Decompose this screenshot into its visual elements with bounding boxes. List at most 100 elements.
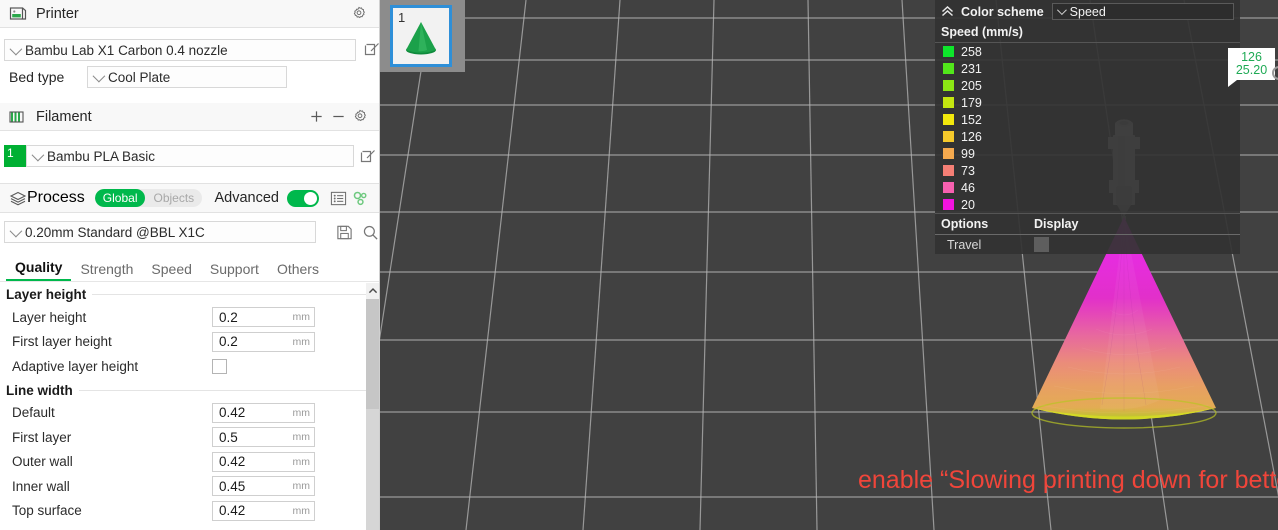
hover-tooltip: 126 25.20 [1228,48,1275,80]
setting-row: Layer height 0.2 mm [0,305,366,330]
process-tabs: Quality Strength Speed Support Others [0,255,379,282]
advanced-toggle[interactable] [287,189,319,207]
tab-speed[interactable]: Speed [142,261,200,281]
travel-display-checkbox[interactable] [1034,237,1049,252]
process-compare-gears-icon[interactable] [349,188,371,208]
process-preset-combo[interactable]: 0.20mm Standard @BBL X1C [4,221,316,243]
legend-entry: 152 [935,111,1240,128]
setting-value: 0.42 [219,405,246,421]
legend-entry: 258 [935,43,1240,60]
tooltip-tail [1228,80,1237,87]
settings-group-header: Layer height [0,283,366,305]
legend-color-swatch [943,131,954,142]
setting-value: 0.2 [219,309,238,325]
legend-color-swatch [943,97,954,108]
setting-input[interactable]: 0.42 mm [212,500,315,521]
setting-unit: mm [292,431,311,444]
filament-icon [9,109,27,125]
legend-value: 46 [961,180,975,195]
layers-icon [9,190,27,206]
legend-color-swatch [943,182,954,193]
legend-color-swatch [943,148,954,159]
setting-unit: mm [292,335,311,348]
setting-row: First layer height 0.2 mm [0,330,366,355]
setting-input[interactable]: 0.2 mm [212,307,315,328]
left-sidebar: Printer Bambu Lab X1 Carbon 0.4 nozzle B… [0,0,380,530]
setting-input[interactable]: 0.42 mm [212,402,315,423]
legend-value: 205 [961,78,982,93]
filament-slot-badge[interactable]: 1 [4,145,26,167]
tab-quality[interactable]: Quality [6,259,72,281]
chevron-up-double-icon[interactable] [941,5,954,17]
filament-add-plus-icon[interactable] [305,107,327,127]
bambu-studio-window: Printer Bambu Lab X1 Carbon 0.4 nozzle B… [0,0,1278,530]
tab-support[interactable]: Support [201,261,268,281]
color-scheme-legend-panel: Color scheme Speed Speed (mm/s) 258 231 20… [935,0,1240,254]
legend-value: 20 [961,197,975,212]
legend-color-swatch [943,114,954,125]
display-column-header: Display [1034,217,1079,231]
chevron-down-icon [1056,5,1067,16]
scope-objects-pill[interactable]: Objects [145,189,202,207]
setting-input[interactable]: 0.5 mm [212,427,315,448]
printer-section-title: Printer [36,5,79,22]
setting-value: 0.42 [219,454,246,470]
printer-icon [9,6,27,22]
settings-group-title: Layer height [6,287,87,302]
process-save-icon[interactable] [336,224,353,246]
legend-entry: 73 [935,162,1240,179]
setting-checkbox[interactable] [212,358,227,374]
bed-type-row: Bed type Cool Plate [9,66,287,88]
bed-type-value: Cool Plate [108,69,171,85]
tab-others[interactable]: Others [268,261,328,281]
printer-settings-gear-icon[interactable] [348,4,370,24]
setting-label: First layer [12,429,72,445]
legend-color-swatch [943,165,954,176]
filament-preset-combo[interactable]: Bambu PLA Basic [26,145,354,167]
bed-type-label: Bed type [9,69,65,85]
chevron-down-icon [92,69,106,82]
setting-input[interactable]: 0.45 mm [212,476,315,497]
chevron-down-icon [31,148,45,161]
plate-thumbnail-1[interactable]: 1 [390,5,452,67]
scope-global-pill[interactable]: Global [94,189,146,207]
setting-value: 0.45 [219,478,246,494]
setting-unit: mm [292,311,311,324]
setting-label: Layer height [12,309,87,325]
options-column-header: Options [941,217,989,231]
legend-entry: 205 [935,77,1240,94]
setting-unit: mm [292,480,311,493]
plate-number-label: 1 [398,10,406,25]
filament-settings-gear-icon[interactable] [349,107,371,127]
setting-label: Outer wall [12,454,73,470]
setting-unit: mm [292,455,311,468]
process-scope-toggle: Global Objects [94,189,203,207]
setting-unit: mm [292,406,311,419]
chevron-up-icon[interactable] [366,283,379,299]
printer-section-header: Printer [0,0,379,28]
printer-preset-value: Bambu Lab X1 Carbon 0.4 nozzle [25,42,228,58]
setting-label: Top surface [12,503,82,519]
setting-label: Adaptive layer height [12,358,139,374]
setting-label: First layer height [12,334,112,350]
tab-strength[interactable]: Strength [71,261,142,281]
legend-color-swatch [943,63,954,74]
filament-remove-minus-icon[interactable] [327,107,349,127]
printer-edit-icon[interactable] [364,40,379,58]
filament-section-title: Filament [36,108,92,125]
setting-unit: mm [292,504,311,517]
filament-edit-icon[interactable] [360,147,378,165]
process-list-icon[interactable] [327,188,349,208]
tooltip-height-value: 25.20 [1235,63,1268,77]
divider [78,389,366,391]
settings-scrollbar-thumb[interactable] [366,299,379,409]
setting-input[interactable]: 0.42 mm [212,451,315,472]
process-preset-value: 0.20mm Standard @BBL X1C [25,224,205,240]
bed-type-combo[interactable]: Cool Plate [87,66,287,88]
legend-entry: 99 [935,145,1240,162]
process-search-icon[interactable] [362,224,379,246]
setting-input[interactable]: 0.2 mm [212,331,315,352]
chevron-down-icon [9,42,23,55]
printer-preset-combo[interactable]: Bambu Lab X1 Carbon 0.4 nozzle [4,39,356,61]
color-scheme-select[interactable]: Speed [1051,3,1234,20]
